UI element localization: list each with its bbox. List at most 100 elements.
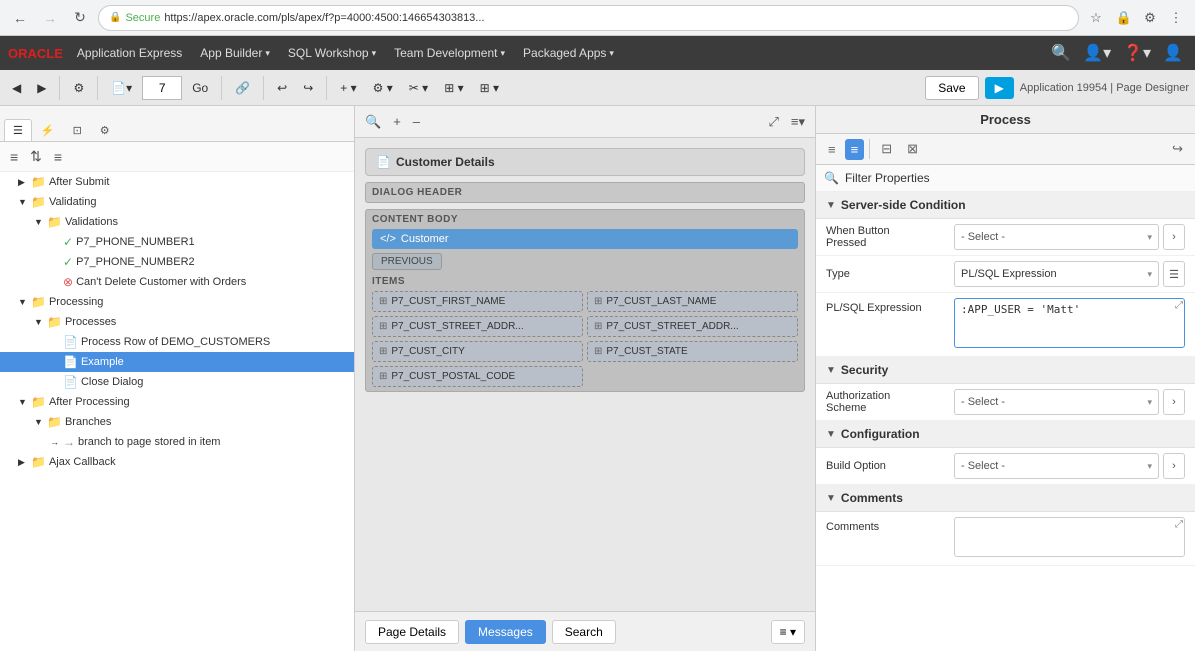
nav-right: 🔍 👤▾ ❓▾ 👤 (1047, 39, 1187, 67)
tree-item-validations[interactable]: ▼ 📁 Validations (0, 212, 354, 232)
left-menu-btn[interactable]: ≡ (6, 147, 22, 167)
when-button-select-val: - Select - (961, 231, 1005, 243)
toolbar-grid-btn[interactable]: ⊞ ▾ (474, 78, 505, 98)
nav-app-builder[interactable]: App Builder ▾ (192, 42, 278, 64)
left-tab-search[interactable]: ⚡ (32, 119, 64, 141)
nav-app-express[interactable]: Application Express (69, 42, 190, 64)
comments-textarea[interactable] (954, 517, 1185, 557)
build-option-select[interactable]: - Select - ▾ (954, 453, 1159, 479)
item-cust-last-name[interactable]: ⊞ P7_CUST_LAST_NAME (587, 291, 798, 312)
tree-item-afterprocessing[interactable]: ▼ 📁 After Processing (0, 392, 354, 412)
section-comments[interactable]: ▼ Comments (816, 485, 1195, 512)
right-tab-1[interactable]: ≡ (822, 139, 842, 160)
tree-item-processing[interactable]: ▼ 📁 Processing (0, 292, 354, 312)
toggle-validating: ▼ (18, 197, 28, 207)
run-button[interactable]: ▶ (985, 77, 1014, 99)
toolbar-go-btn[interactable]: Go (186, 78, 214, 98)
auth-scheme-select[interactable]: - Select - ▾ (954, 389, 1159, 415)
plsql-textarea[interactable]: :APP_USER = 'Matt' (954, 298, 1185, 348)
cantdelete-label: Can't Delete Customer with Orders (76, 276, 246, 288)
tree-item-processes[interactable]: ▼ 📁 Processes (0, 312, 354, 332)
tree-item-validating[interactable]: ▼ 📁 Validating (0, 192, 354, 212)
browser-back[interactable]: ← (8, 6, 32, 30)
bottom-menu-btn[interactable]: ≡ ▾ (771, 620, 805, 644)
plsql-expand-btn[interactable]: ⤢ (1175, 300, 1183, 311)
item-cust-first-name[interactable]: ⊞ P7_CUST_FIRST_NAME (372, 291, 583, 312)
center-search-btn[interactable]: 🔍 (361, 112, 385, 132)
item-cust-street1[interactable]: ⊞ P7_CUST_STREET_ADDR... (372, 316, 583, 337)
left-tab-comp[interactable]: ⊡ (64, 119, 91, 141)
toggle-comments: ▼ (826, 493, 836, 504)
type-list-btn[interactable]: ☰ (1163, 261, 1185, 287)
type-select[interactable]: PL/SQL Expression ▾ (954, 261, 1159, 287)
center-zoom-out-btn[interactable]: – (409, 112, 424, 131)
nav-help-btn[interactable]: ❓▾ (1119, 39, 1155, 67)
nav-search-btn[interactable]: 🔍 (1047, 39, 1075, 67)
right-tab-2[interactable]: ≡ (845, 139, 865, 160)
comments-expand-btn[interactable]: ⤢ (1175, 519, 1183, 530)
right-tab-3[interactable]: ⊟ (875, 138, 898, 160)
item-cust-postal[interactable]: ⊞ P7_CUST_POSTAL_CODE (372, 366, 583, 387)
toolbar-nav-fwd[interactable]: ▶ (31, 78, 52, 98)
auth-scheme-nav-btn[interactable]: › (1163, 389, 1185, 415)
section-security[interactable]: ▼ Security (816, 357, 1195, 384)
tree-item-branchtopage[interactable]: → → branch to page stored in item (0, 432, 354, 452)
ext3-btn[interactable]: ⋮ (1165, 7, 1187, 29)
when-button-select[interactable]: - Select - ▾ (954, 224, 1159, 250)
prop-type: Type PL/SQL Expression ▾ ☰ (816, 256, 1195, 293)
section-configuration[interactable]: ▼ Configuration (816, 421, 1195, 448)
center-expand-btn[interactable]: ⤢ (764, 112, 782, 132)
messages-btn[interactable]: Messages (465, 620, 546, 644)
page-number-input[interactable] (142, 76, 182, 100)
folder-icon-after-submit: 📁 (31, 175, 46, 189)
build-option-nav-btn[interactable]: › (1163, 453, 1185, 479)
save-button[interactable]: Save (925, 76, 978, 100)
tree-item-ajaxcallback[interactable]: ▶ 📁 Ajax Callback (0, 452, 354, 472)
center-zoom-in-btn[interactable]: + (389, 112, 405, 131)
toolbar-redo-btn[interactable]: ↪ (297, 78, 319, 98)
item-cust-city[interactable]: ⊞ P7_CUST_CITY (372, 341, 583, 362)
left-tab-tree[interactable]: ☰ (4, 119, 32, 141)
toolbar-settings-btn[interactable]: ⚙ (67, 78, 90, 98)
nav-packaged-apps[interactable]: Packaged Apps ▾ (515, 42, 622, 64)
tree-item-example[interactable]: 📄 Example (0, 352, 354, 372)
toolbar-tools1-btn[interactable]: ⚙ ▾ (367, 78, 399, 98)
toolbar-page-create-btn[interactable]: 📄▾ (105, 78, 138, 98)
ext2-btn[interactable]: ⚙ (1139, 7, 1161, 29)
when-button-nav-btn[interactable]: › (1163, 224, 1185, 250)
toolbar-nav-back[interactable]: ◀ (6, 78, 27, 98)
left-expand-btn[interactable]: ≡ (50, 147, 66, 167)
item-cust-state[interactable]: ⊞ P7_CUST_STATE (587, 341, 798, 362)
browser-forward[interactable]: → (38, 6, 62, 30)
section-server-side[interactable]: ▼ Server-side Condition (816, 192, 1195, 219)
tree-item-processrow[interactable]: 📄 Process Row of DEMO_CUSTOMERS (0, 332, 354, 352)
browser-reload[interactable]: ↻ (68, 6, 92, 30)
nav-sql-workshop[interactable]: SQL Workshop ▾ (280, 42, 384, 64)
toolbar-tools2-btn[interactable]: ✂ ▾ (403, 78, 434, 98)
right-tab-4[interactable]: ⊠ (901, 138, 924, 160)
tree-item-branches[interactable]: ▼ 📁 Branches (0, 412, 354, 432)
nav-account-btn[interactable]: 👤▾ (1079, 39, 1115, 67)
search-btn[interactable]: Search (552, 620, 616, 644)
right-tab-nav[interactable]: ↪ (1166, 138, 1189, 160)
ext1-btn[interactable]: 🔒 (1113, 7, 1135, 29)
tree-item-p7phone2[interactable]: ✓ P7_PHONE_NUMBER2 (0, 252, 354, 272)
center-menu-btn[interactable]: ≡▾ (787, 112, 809, 132)
toolbar-add-btn[interactable]: + ▾ (334, 78, 362, 98)
browser-url-bar[interactable]: 🔒 Secure https://apex.oracle.com/pls/ape… (98, 5, 1079, 31)
bookmark-btn[interactable]: ☆ (1085, 7, 1107, 29)
toolbar-build-btn[interactable]: ⊞ ▾ (438, 78, 469, 98)
toolbar-undo-btn[interactable]: ↩ (271, 78, 293, 98)
tree-item-p7phone1[interactable]: ✓ P7_PHONE_NUMBER1 (0, 232, 354, 252)
nav-team-dev[interactable]: Team Development ▾ (386, 42, 513, 64)
tree-item-cantdelete[interactable]: ⊗ Can't Delete Customer with Orders (0, 272, 354, 292)
page-details-btn[interactable]: Page Details (365, 620, 459, 644)
tree-item-after-submit[interactable]: ▶ 📁 After Submit (0, 172, 354, 192)
item-cust-street2[interactable]: ⊞ P7_CUST_STREET_ADDR... (587, 316, 798, 337)
left-sort-btn[interactable]: ⇅ (26, 146, 46, 167)
tree-item-closedialog[interactable]: 📄 Close Dialog (0, 372, 354, 392)
customer-row[interactable]: </> Customer (372, 229, 798, 249)
nav-user-btn[interactable]: 👤 (1159, 39, 1187, 67)
toolbar-shared-btn[interactable]: 🔗 (229, 78, 256, 98)
left-tab-gear[interactable]: ⚙ (91, 119, 119, 141)
